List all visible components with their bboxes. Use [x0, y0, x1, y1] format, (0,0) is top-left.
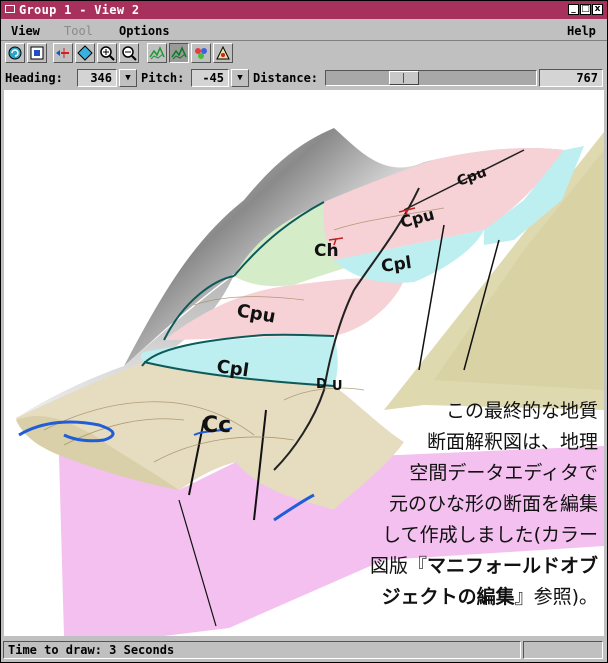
zoom-out-icon[interactable]	[119, 43, 139, 63]
full-view-icon[interactable]	[27, 43, 47, 63]
map-label-d: D	[316, 377, 327, 392]
distance-field[interactable]: 767	[539, 69, 603, 87]
menu-options[interactable]: Options	[119, 24, 170, 38]
contour-icon[interactable]	[147, 43, 167, 63]
minimize-icon[interactable]: _	[568, 4, 579, 15]
color-palette-icon[interactable]	[191, 43, 211, 63]
viewer-icon[interactable]	[213, 43, 233, 63]
pitch-dropdown-icon[interactable]: ▼	[231, 69, 249, 87]
pan-icon[interactable]	[75, 43, 95, 63]
terrain-icon[interactable]	[169, 43, 189, 63]
caption-line: 空間データエディタで	[409, 462, 598, 484]
view-controls: Heading: 346 ▼ Pitch: -45 ▼ Distance: 76…	[1, 67, 607, 89]
menu-view[interactable]: View	[11, 24, 40, 38]
caption-line: 元のひな形の断面を編集	[388, 493, 598, 515]
maximize-icon[interactable]: □	[580, 4, 591, 15]
toolbar	[1, 41, 607, 67]
caption-line: この最終的な地質	[445, 400, 598, 422]
map-label-ch: Ch	[314, 241, 339, 261]
map-label-cpl: Cpl	[215, 356, 250, 381]
menu-tool[interactable]: Tool	[64, 24, 93, 38]
window-menu-icon[interactable]	[5, 5, 15, 13]
map-label-u: U	[332, 379, 343, 394]
menu-help[interactable]: Help	[567, 24, 596, 38]
caption-text: 図版『	[369, 555, 427, 577]
figure-caption: この最終的な地質 断面解釈図は、地理 空間データエディタで 元のひな形の断面を編…	[298, 396, 598, 613]
window-title: Group 1 - View 2	[19, 3, 140, 17]
status-text: Time to draw: 3 Seconds	[3, 641, 521, 659]
main-window: Group 1 - View 2 _ □ x View Tool Options…	[0, 0, 608, 663]
redraw-icon[interactable]	[5, 43, 25, 63]
map-label-cpl: Cpl	[380, 253, 413, 277]
status-bar: Time to draw: 3 Seconds	[1, 638, 607, 662]
caption-emphasis: ジェクトの編集	[381, 586, 515, 608]
heading-dropdown-icon[interactable]: ▼	[119, 69, 137, 87]
caption-text: 』参照)。	[514, 586, 598, 608]
caption-line: ジェクトの編集』参照)。	[298, 582, 598, 613]
zoom-in-icon[interactable]	[97, 43, 117, 63]
distance-slider-thumb[interactable]	[389, 71, 419, 85]
3d-view-canvas[interactable]: Cpu Cpu Ch Cpl Cpu Cpl Cc D U この最終的な地質 断…	[4, 90, 604, 636]
add-layer-icon[interactable]	[53, 43, 73, 63]
map-label-cc: Cc	[202, 413, 231, 438]
caption-line: して作成しました(カラー	[382, 524, 598, 546]
caption-emphasis: マニフォールドオブ	[426, 555, 598, 577]
status-secondary	[523, 641, 603, 659]
close-icon[interactable]: x	[592, 4, 603, 15]
title-bar[interactable]: Group 1 - View 2 _ □ x	[1, 1, 607, 19]
caption-line: 図版『マニフォールドオブ	[298, 551, 598, 582]
pitch-field[interactable]: -45	[191, 69, 229, 87]
distance-slider[interactable]	[325, 70, 537, 86]
heading-field[interactable]: 346	[77, 69, 117, 87]
menu-bar: View Tool Options Help	[1, 20, 607, 41]
caption-line: 断面解釈図は、地理	[426, 431, 598, 453]
pitch-label: Pitch:	[141, 71, 185, 85]
distance-label: Distance:	[253, 71, 319, 85]
heading-label: Heading:	[5, 71, 63, 85]
